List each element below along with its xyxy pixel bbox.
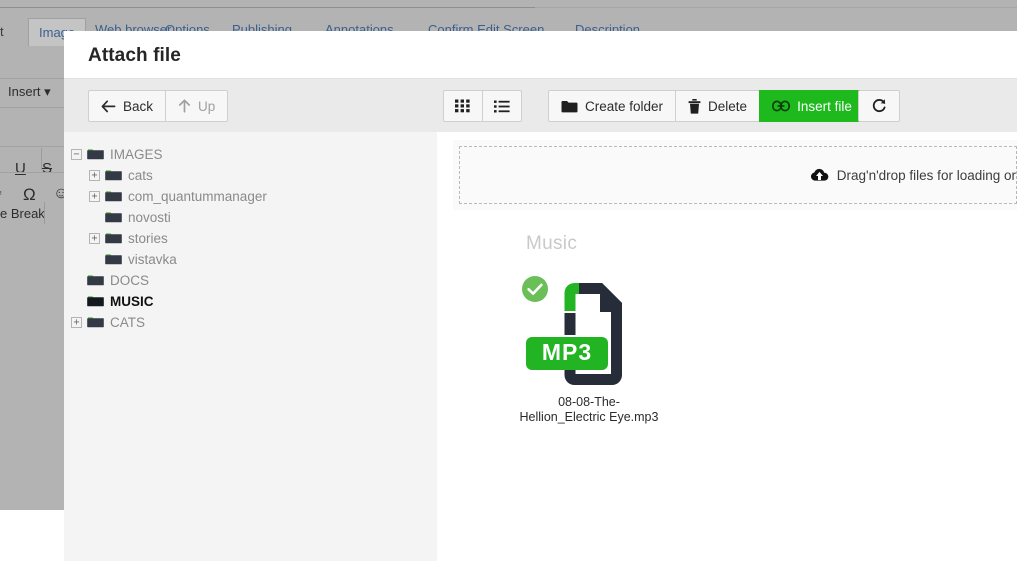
tree-item-com-quantummanager[interactable]: + com_quantummanager xyxy=(64,186,437,207)
refresh-group xyxy=(858,90,900,122)
section-title: Music xyxy=(526,233,578,254)
back-button-label: Back xyxy=(123,98,154,114)
tree-item-docs-label: DOCS xyxy=(110,273,150,288)
list-view-button[interactable] xyxy=(482,90,522,122)
create-folder-button[interactable]: Create folder xyxy=(548,90,677,122)
tree-item-vistavka[interactable]: vistavka xyxy=(64,249,437,270)
create-folder-label: Create folder xyxy=(585,98,664,114)
toolbar-separator-2 xyxy=(44,202,45,224)
file-action-group: Create folder Delete Insert file xyxy=(548,90,865,122)
tree-item-music-label: MUSIC xyxy=(110,294,154,309)
svg-text:MP3: MP3 xyxy=(542,339,592,365)
chevron-down-icon: ▾ xyxy=(44,84,51,99)
tree-item-stories[interactable]: + stories xyxy=(64,228,437,249)
tree-item-stories-label: stories xyxy=(128,231,168,246)
up-button-label: Up xyxy=(198,98,216,114)
modal-header: Attach file xyxy=(64,31,1017,78)
folder-icon xyxy=(87,273,104,289)
tree-item-cats[interactable]: + cats xyxy=(64,165,437,186)
tree-toggle-cats-root[interactable]: + xyxy=(71,317,82,328)
tree-item-novosti[interactable]: novosti xyxy=(64,207,437,228)
folder-icon xyxy=(105,210,122,226)
browser-top-strip xyxy=(0,0,1017,8)
insert-menu-label: Insert xyxy=(8,84,41,99)
tree-item-cats-root-label: CATS xyxy=(110,315,146,330)
nav-button-group: Back Up xyxy=(88,90,229,122)
view-toggle-group xyxy=(443,90,522,122)
folder-icon xyxy=(87,147,104,163)
tree-item-images[interactable]: − IMAGES xyxy=(64,144,437,165)
folder-icon xyxy=(105,252,122,268)
insert-file-button[interactable]: Insert file xyxy=(759,90,865,122)
tree-toggle-docs xyxy=(71,275,82,286)
delete-button[interactable]: Delete xyxy=(675,90,761,122)
page-break-button[interactable]: e Break xyxy=(0,206,45,221)
file-tile[interactable]: MP3 08-08-The-Hellion_Electric Eye.mp3 xyxy=(516,267,662,424)
delete-button-label: Delete xyxy=(708,98,748,114)
tree-item-images-label: IMAGES xyxy=(110,147,163,162)
dropzone[interactable]: Drag'n'drop files for loading or xyxy=(459,146,1017,204)
tree-toggle-com-quantummanager[interactable]: + xyxy=(89,191,100,202)
refresh-button[interactable] xyxy=(858,90,900,122)
tree-item-docs[interactable]: DOCS xyxy=(64,270,437,291)
grid-view-icon xyxy=(455,99,471,113)
back-button[interactable]: Back xyxy=(88,90,167,122)
list-view-icon xyxy=(494,100,510,113)
editor-canvas-behind xyxy=(0,510,64,561)
folder-icon xyxy=(561,100,578,113)
folder-icon xyxy=(105,189,122,205)
grid-view-button[interactable] xyxy=(443,90,483,122)
tree-toggle-novosti xyxy=(89,212,100,223)
up-button[interactable]: Up xyxy=(165,90,229,122)
folder-tree: − IMAGES + cats + com_quantummanager nov… xyxy=(64,132,437,561)
tree-item-cats-root[interactable]: + CATS xyxy=(64,312,437,333)
tree-item-music[interactable]: MUSIC xyxy=(64,291,437,312)
link-icon xyxy=(772,100,791,112)
dropzone-text: Drag'n'drop files for loading or xyxy=(836,167,1016,183)
tree-toggle-images[interactable]: − xyxy=(71,149,82,160)
tree-item-novosti-label: novosti xyxy=(128,210,171,225)
tree-toggle-vistavka xyxy=(89,254,100,265)
folder-icon xyxy=(105,168,122,184)
folder-icon xyxy=(105,231,122,247)
page-title: Attach file xyxy=(88,45,181,66)
file-name-label: 08-08-The-Hellion_Electric Eye.mp3 xyxy=(519,395,659,424)
modal-toolbar: Back Up Create folder Delete Insert file xyxy=(64,78,1017,132)
attach-file-modal: Attach file Back Up Create folder Delete… xyxy=(64,31,1017,561)
tree-item-com-quantummanager-label: com_quantummanager xyxy=(128,189,267,204)
folder-icon xyxy=(87,294,104,310)
insert-menu-button[interactable]: Insert ▾ xyxy=(8,84,51,100)
selected-check-icon xyxy=(521,275,549,303)
modal-body: − IMAGES + cats + com_quantummanager nov… xyxy=(64,132,1017,561)
arrow-left-icon xyxy=(101,99,116,113)
tree-item-vistavka-label: vistavka xyxy=(128,252,177,267)
file-browser-pane: Drag'n'drop files for loading or Music M… xyxy=(437,132,1017,561)
arrow-up-icon xyxy=(178,99,191,113)
editor-toolbar-row-break xyxy=(0,172,64,194)
toolbar-separator-1 xyxy=(41,148,42,170)
cloud-upload-icon xyxy=(810,168,829,182)
tree-item-cats-label: cats xyxy=(128,168,153,183)
folder-icon xyxy=(87,315,104,331)
dropzone-wrapper: Drag'n'drop files for loading or xyxy=(453,140,1017,210)
trash-icon xyxy=(688,98,701,114)
tree-toggle-cats[interactable]: + xyxy=(89,170,100,181)
insert-file-label: Insert file xyxy=(797,98,852,114)
tree-toggle-stories[interactable]: + xyxy=(89,233,100,244)
toolbar-divider xyxy=(0,146,64,147)
refresh-icon xyxy=(871,98,887,114)
tree-toggle-music xyxy=(71,296,82,307)
file-icon-wrapper: MP3 xyxy=(516,267,662,389)
